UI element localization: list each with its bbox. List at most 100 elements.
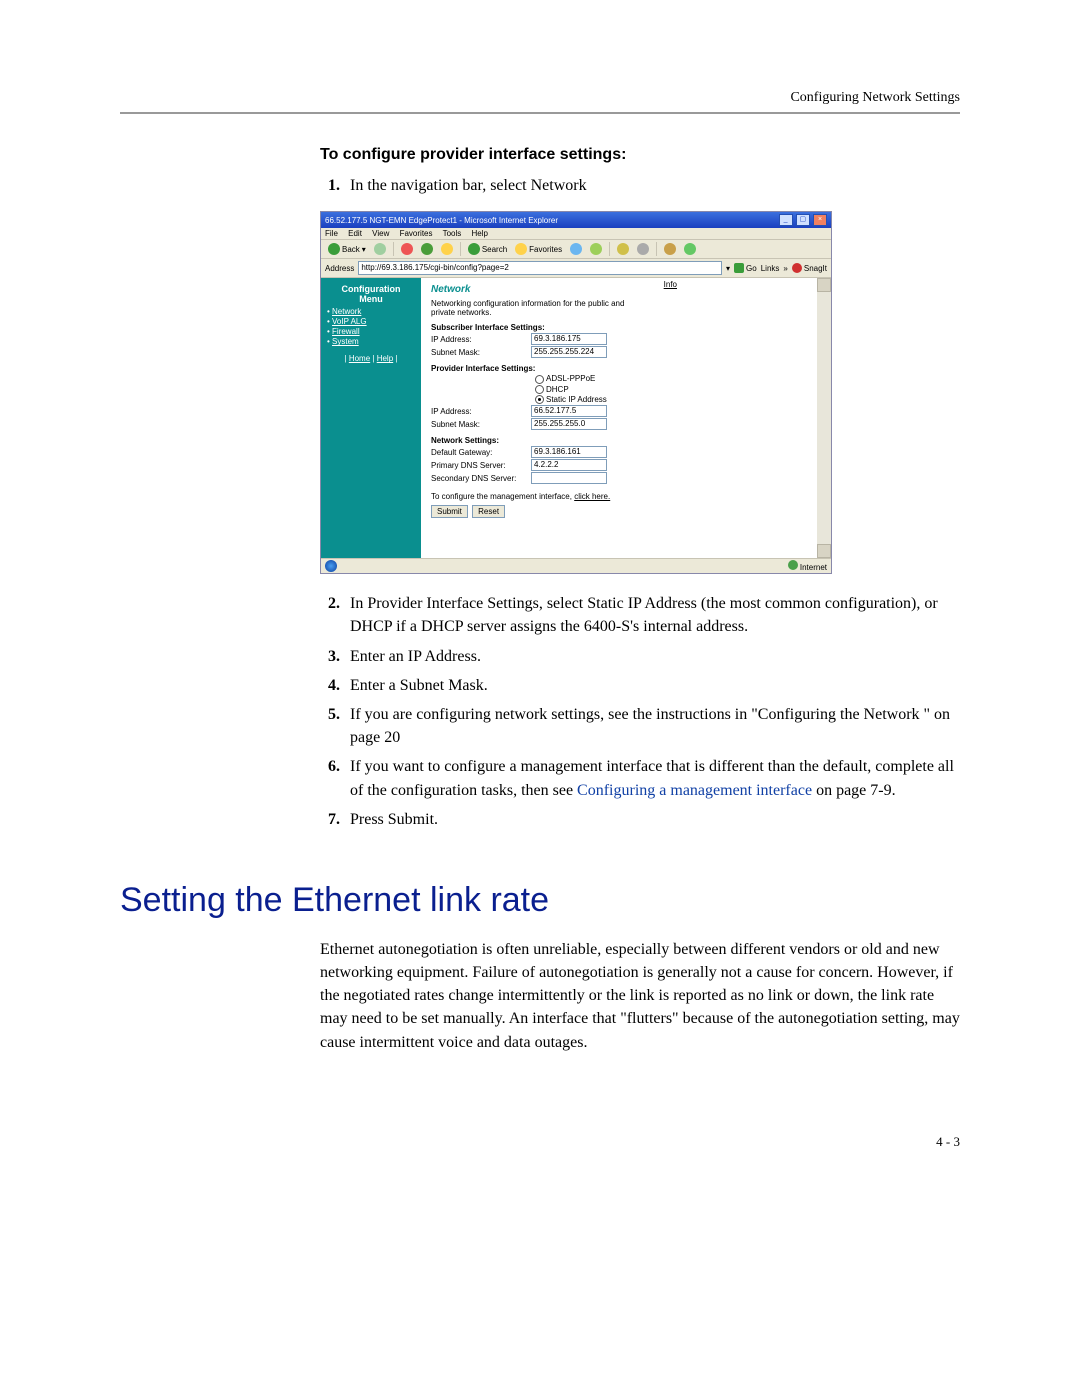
- step-3: Enter an IP Address.: [344, 645, 960, 668]
- print-icon: [637, 243, 649, 255]
- network-settings-heading: Network Settings:: [431, 436, 807, 445]
- mgmt-note: To configure the management interface, c…: [431, 492, 807, 501]
- step-7: Press Submit.: [344, 808, 960, 831]
- search-button[interactable]: Search: [465, 242, 510, 256]
- main-content: Info Network Networking configuration in…: [421, 278, 817, 558]
- sidebar-help-link[interactable]: Help: [377, 354, 393, 363]
- step-6: If you want to configure a management in…: [344, 755, 960, 801]
- vertical-scrollbar[interactable]: [817, 278, 831, 558]
- browser-screenshot: 66.52.177.5 NGT-EMN EdgeProtect1 - Micro…: [320, 211, 832, 574]
- address-input[interactable]: http://69.3.186.175/cgi-bin/config?page=…: [358, 261, 722, 275]
- sidebar-item-firewall[interactable]: Firewall: [327, 327, 415, 336]
- sub-ip-input[interactable]: 69.3.186.175: [531, 333, 607, 345]
- sub-mask-input[interactable]: 255.255.255.224: [531, 346, 607, 358]
- subscriber-iface-heading: Subscriber Interface Settings:: [431, 323, 807, 332]
- minimize-button[interactable]: _: [779, 214, 793, 226]
- radio-dhcp-label: DHCP: [546, 385, 569, 394]
- home-button[interactable]: [438, 242, 456, 256]
- snagit-button[interactable]: SnagIt: [792, 263, 827, 273]
- media-icon: [570, 243, 582, 255]
- body-paragraph: Ethernet autonegotiation is often unreli…: [320, 938, 960, 1054]
- back-button[interactable]: Back ▾: [325, 242, 369, 256]
- mail-button[interactable]: [614, 242, 632, 256]
- edit-button[interactable]: [661, 242, 679, 256]
- window-buttons: _ ▢ ×: [778, 214, 827, 226]
- separator: [609, 242, 610, 256]
- step-5: If you are configuring network settings,…: [344, 703, 960, 749]
- refresh-button[interactable]: [418, 242, 436, 256]
- forward-button[interactable]: [371, 242, 389, 256]
- submit-button[interactable]: Submit: [431, 505, 468, 518]
- step-2: In Provider Interface Settings, select S…: [344, 592, 960, 638]
- sidebar-home-link[interactable]: Home: [349, 354, 370, 363]
- edit-icon: [664, 243, 676, 255]
- scroll-up-icon[interactable]: [817, 278, 831, 292]
- menu-view[interactable]: View: [372, 229, 389, 238]
- menu-tools[interactable]: Tools: [443, 229, 462, 238]
- menu-favorites[interactable]: Favorites: [400, 229, 433, 238]
- star-icon: [515, 243, 527, 255]
- menu-help[interactable]: Help: [472, 229, 488, 238]
- radio-adsl[interactable]: [535, 375, 544, 384]
- content-heading: Network: [431, 284, 807, 295]
- stop-icon: [401, 243, 413, 255]
- radio-dhcp[interactable]: [535, 385, 544, 394]
- internet-icon: [788, 560, 798, 570]
- snagit-icon: [792, 263, 802, 273]
- radio-static[interactable]: [535, 395, 544, 404]
- config-sidebar: Configuration Menu Network VoIP ALG Fire…: [321, 278, 421, 558]
- radio-adsl-label: ADSL-PPPoE: [546, 374, 595, 383]
- scroll-down-icon[interactable]: [817, 544, 831, 558]
- messenger-button[interactable]: [681, 242, 699, 256]
- close-button[interactable]: ×: [813, 214, 827, 226]
- dns2-input[interactable]: [531, 472, 607, 484]
- status-internet: Internet: [788, 560, 827, 572]
- sidebar-item-network[interactable]: Network: [327, 307, 415, 316]
- search-icon: [468, 243, 480, 255]
- sidebar-item-system[interactable]: System: [327, 337, 415, 346]
- print-button[interactable]: [634, 242, 652, 256]
- refresh-icon: [421, 243, 433, 255]
- content-desc: Networking configuration information for…: [431, 299, 631, 317]
- info-link[interactable]: Info: [664, 280, 677, 289]
- address-dropdown[interactable]: ▾: [726, 264, 730, 273]
- sidebar-item-voip-alg[interactable]: VoIP ALG: [327, 317, 415, 326]
- provider-iface-heading: Provider Interface Settings:: [431, 364, 807, 373]
- page-header: Configuring Network Settings: [120, 90, 960, 106]
- prov-mask-input[interactable]: 255.255.255.0: [531, 418, 607, 430]
- page-viewport: Configuration Menu Network VoIP ALG Fire…: [321, 278, 831, 558]
- prov-ip-input[interactable]: 66.52.177.5: [531, 405, 607, 417]
- separator: [393, 242, 394, 256]
- header-rule: [120, 112, 960, 114]
- step-list: In the navigation bar, select Network: [320, 174, 960, 197]
- mgmt-link[interactable]: click here.: [574, 492, 610, 501]
- section-title: Setting the Ethernet link rate: [120, 881, 960, 920]
- scroll-track[interactable]: [817, 292, 831, 544]
- favorites-button[interactable]: Favorites: [512, 242, 565, 256]
- sidebar-nav: Network VoIP ALG Firewall System: [327, 307, 415, 346]
- step-1: In the navigation bar, select Network: [344, 174, 960, 197]
- prov-mask-label: Subnet Mask:: [431, 420, 531, 429]
- window-titlebar: 66.52.177.5 NGT-EMN EdgeProtect1 - Micro…: [321, 212, 831, 228]
- cross-ref-link[interactable]: Configuring a management interface: [577, 782, 812, 799]
- address-bar: Address http://69.3.186.175/cgi-bin/conf…: [321, 259, 831, 278]
- gw-input[interactable]: 69.3.186.161: [531, 446, 607, 458]
- step-4: Enter a Subnet Mask.: [344, 674, 960, 697]
- menu-bar: File Edit View Favorites Tools Help: [321, 228, 831, 240]
- forward-icon: [374, 243, 386, 255]
- messenger-icon: [684, 243, 696, 255]
- status-bar: Internet: [321, 558, 831, 573]
- stop-button[interactable]: [398, 242, 416, 256]
- reset-button[interactable]: Reset: [472, 505, 505, 518]
- maximize-button[interactable]: ▢: [796, 214, 810, 226]
- dns1-input[interactable]: 4.2.2.2: [531, 459, 607, 471]
- menu-edit[interactable]: Edit: [348, 229, 362, 238]
- media-button[interactable]: [567, 242, 585, 256]
- go-button[interactable]: Go: [734, 263, 757, 273]
- separator: [656, 242, 657, 256]
- toolbar: Back ▾ Search Favorites: [321, 240, 831, 259]
- history-button[interactable]: [587, 242, 605, 256]
- menu-file[interactable]: File: [325, 229, 338, 238]
- sidebar-heading: Configuration Menu: [327, 284, 415, 304]
- sub-ip-label: IP Address:: [431, 335, 531, 344]
